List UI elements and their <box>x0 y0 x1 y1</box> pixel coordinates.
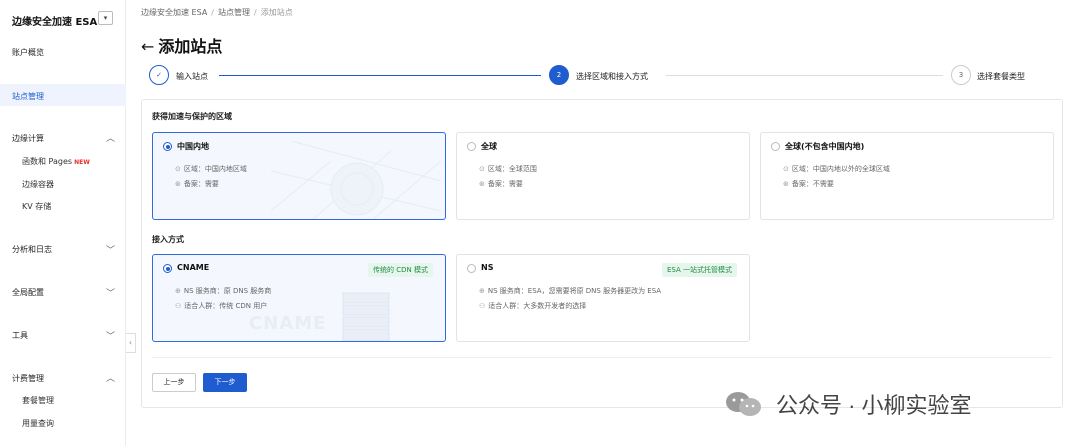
access-card-cname[interactable]: CNAME CNAME 传统的 CDN 模式 ⊕ NS 服务商：原 DNS 服务商… <box>152 254 446 342</box>
chevron-down-icon[interactable]: ﹀ <box>106 286 115 299</box>
card-line-icp-text: 备案：不需要 <box>791 180 834 188</box>
card-title: CNAME <box>177 263 210 272</box>
card-line-region: ⊙ 区域：中国内地以外的全球区域 <box>783 164 890 174</box>
step-3-label: 选择套餐类型 <box>977 72 1025 81</box>
breadcrumb-separator: / <box>211 8 214 17</box>
sidebar-item-edge-container[interactable]: 边缘容器 <box>22 179 54 190</box>
server-graphic <box>342 292 390 341</box>
main-content: 边缘安全加速 ESA / 站点管理 / 添加站点 ← 添加站点 ✓ 输入站点 2 选择区域… <box>141 0 1080 446</box>
watermark-text: 公众号 · 小柳实验室 <box>776 393 972 418</box>
card-line-ns-provider-text: NS 服务商：原 DNS 服务商 <box>183 287 272 295</box>
radio-selected[interactable] <box>163 142 172 151</box>
card-line-region-text: 区域：中国内地区域 <box>183 165 247 173</box>
new-badge: NEW <box>74 159 90 166</box>
breadcrumb-current: 添加站点 <box>260 8 293 17</box>
radio-selected[interactable] <box>163 264 172 273</box>
sidebar-group-tools[interactable]: 工具 <box>12 330 28 341</box>
card-line-audience: ⚇ 适合人群：大多数开发者的选择 <box>479 301 586 311</box>
card-line-audience-text: 适合人群：传统 CDN 用户 <box>184 302 268 310</box>
sidebar-group-analytics[interactable]: 分析和日志 <box>12 244 52 255</box>
radio-unselected[interactable] <box>467 264 476 273</box>
dns-icon: ⊕ <box>479 287 485 295</box>
card-line-audience: ⚇ 适合人群：传统 CDN 用户 <box>175 301 267 311</box>
product-switch-button[interactable]: ▾ <box>98 11 113 25</box>
region-section-title: 获得加速与保护的区域 <box>152 112 232 121</box>
card-title: 中国内地 <box>177 142 209 151</box>
step-3-indicator: 3 <box>951 65 971 85</box>
card-line-region-text: 区域：中国内地以外的全球区域 <box>791 165 890 173</box>
location-pin-icon: ⊙ <box>783 165 789 173</box>
step-1-label: 输入站点 <box>176 72 208 81</box>
region-card-global-excl-mainland[interactable]: 全球(不包含中国内地) ⊙ 区域：中国内地以外的全球区域 ⊛ 备案：不需要 <box>760 132 1054 220</box>
sidebar-collapse-handle[interactable]: ‹ <box>126 333 136 353</box>
prev-button[interactable]: 上一步 <box>152 373 196 392</box>
card-line-region: ⊙ 区域：全球范围 <box>479 164 537 174</box>
chevron-up-icon[interactable]: ︿ <box>106 131 115 144</box>
dns-icon: ⊕ <box>175 287 181 295</box>
breadcrumb-root[interactable]: 边缘安全加速 ESA <box>141 8 207 17</box>
users-icon: ⚇ <box>175 302 182 310</box>
card-line-ns-provider: ⊕ NS 服务商：原 DNS 服务商 <box>175 286 271 296</box>
sidebar-group-global-config[interactable]: 全局配置 <box>12 287 44 298</box>
card-line-icp-text: 备案：需要 <box>487 180 523 188</box>
card-line-icp-text: 备案：需要 <box>183 180 219 188</box>
form-panel: 获得加速与保护的区域 中国内地 ⊙ 区域：中国内地区域 ⊛ 备案：需要 全球 ⊙ 区域… <box>141 99 1063 408</box>
filing-icon: ⊛ <box>783 180 789 188</box>
page-title-text: 添加站点 <box>158 37 223 56</box>
sidebar-item-plan-mgmt[interactable]: 套餐管理 <box>22 395 54 406</box>
chevron-down-icon[interactable]: ﹀ <box>106 243 115 256</box>
card-line-region-text: 区域：全球范围 <box>487 165 537 173</box>
card-title: 全球 <box>481 142 497 151</box>
card-line-ns-provider-text: NS 服务商：ESA，您需要将原 DNS 服务器更改为 ESA <box>487 287 662 295</box>
sidebar-item-sites[interactable]: 站点管理 <box>12 91 44 102</box>
breadcrumb-separator: / <box>254 8 257 17</box>
access-section-title: 接入方式 <box>152 235 184 244</box>
region-card-mainland[interactable]: 中国内地 ⊙ 区域：中国内地区域 ⊛ 备案：需要 <box>152 132 446 220</box>
card-title: NS <box>481 263 494 272</box>
card-title: 全球(不包含中国内地) <box>785 142 865 151</box>
sidebar-item-functions[interactable]: 函数和 Pages NEW <box>22 156 90 167</box>
back-arrow-icon[interactable]: ← <box>141 37 154 56</box>
divider <box>152 357 1052 358</box>
users-icon: ⚇ <box>479 302 486 310</box>
card-line-ns-provider: ⊕ NS 服务商：ESA，您需要将原 DNS 服务器更改为 ESA <box>479 286 661 296</box>
location-pin-icon: ⊙ <box>479 165 485 173</box>
breadcrumb-sites[interactable]: 站点管理 <box>218 8 250 17</box>
card-line-region: ⊙ 区域：中国内地区域 <box>175 164 247 174</box>
access-card-ns[interactable]: NS ESA 一站式托管模式 ⊕ NS 服务商：ESA，您需要将原 DNS 服务器… <box>456 254 750 342</box>
radio-unselected[interactable] <box>467 142 476 151</box>
filing-icon: ⊛ <box>479 180 485 188</box>
card-line-audience-text: 适合人群：大多数开发者的选择 <box>488 302 587 310</box>
card-line-icp: ⊛ 备案：需要 <box>479 179 523 189</box>
brand-title: 边缘安全加速 ESA <box>12 17 98 28</box>
cname-watermark: CNAME <box>249 313 327 334</box>
mode-tag: ESA 一站式托管模式 <box>661 263 737 277</box>
sidebar: 边缘安全加速 ESA ▾ 账户概览 站点管理 边缘计算 ︿ 函数和 Pages N… <box>0 0 126 446</box>
sidebar-group-edge-compute[interactable]: 边缘计算 <box>12 133 44 144</box>
chevron-down-icon[interactable]: ﹀ <box>106 329 115 342</box>
card-line-icp: ⊛ 备案：不需要 <box>783 179 834 189</box>
card-line-icp: ⊛ 备案：需要 <box>175 179 219 189</box>
location-pin-icon: ⊙ <box>175 165 181 173</box>
sidebar-item-functions-label: 函数和 Pages <box>22 157 73 166</box>
sidebar-item-overview[interactable]: 账户概览 <box>12 47 44 58</box>
wechat-icon <box>726 392 761 416</box>
step-2-indicator: 2 <box>549 65 569 85</box>
step-connector <box>219 75 541 76</box>
sidebar-item-kv[interactable]: KV 存储 <box>22 201 51 212</box>
step-connector <box>666 75 943 76</box>
region-card-global[interactable]: 全球 ⊙ 区域：全球范围 ⊛ 备案：需要 <box>456 132 750 220</box>
sidebar-item-usage[interactable]: 用量查询 <box>22 418 54 429</box>
breadcrumb: 边缘安全加速 ESA / 站点管理 / 添加站点 <box>141 7 293 18</box>
region-background-graphic <box>271 141 441 219</box>
page-title: ← 添加站点 <box>141 33 222 57</box>
step-2-label: 选择区域和接入方式 <box>576 72 648 81</box>
next-button[interactable]: 下一步 <box>203 373 247 392</box>
sidebar-group-billing[interactable]: 计费管理 <box>12 373 44 384</box>
mode-tag: 传统的 CDN 模式 <box>368 263 433 277</box>
radio-unselected[interactable] <box>771 142 780 151</box>
chevron-up-icon[interactable]: ︿ <box>106 371 115 384</box>
filing-icon: ⊛ <box>175 180 181 188</box>
step-1-check-icon: ✓ <box>149 65 169 85</box>
